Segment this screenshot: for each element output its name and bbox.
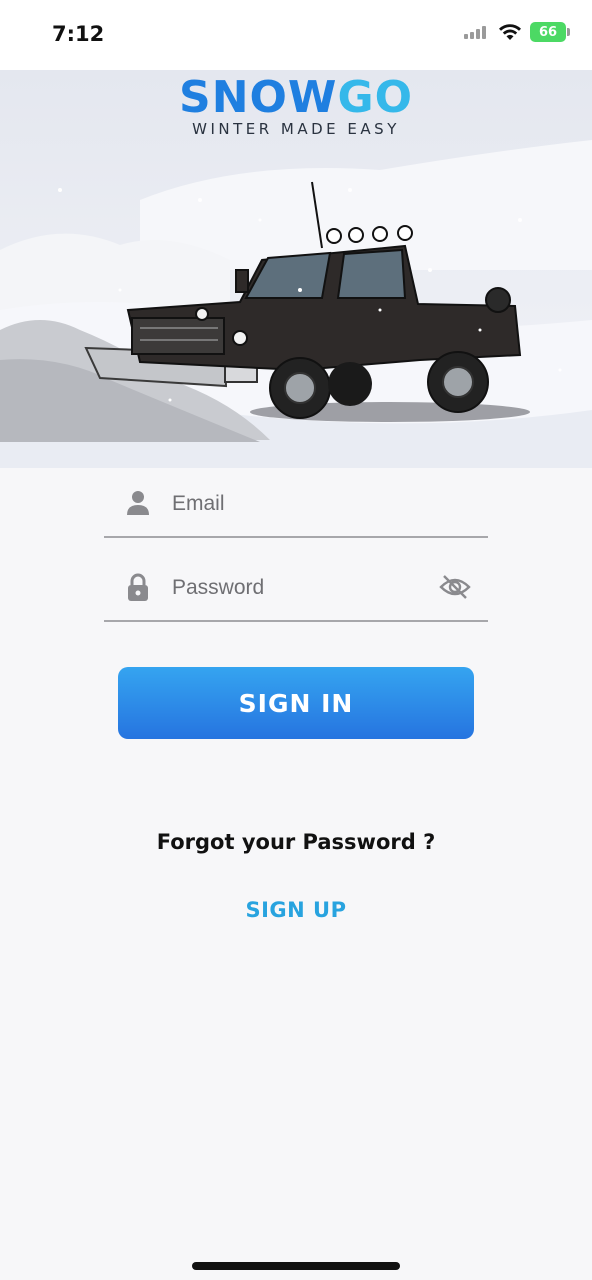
eye-slash-icon[interactable] — [438, 572, 472, 602]
tagline: WINTER MADE EASY — [192, 120, 400, 138]
app-logo-text: SNOWGO — [0, 72, 592, 124]
email-field — [104, 468, 488, 538]
password-field — [104, 552, 488, 622]
sign-up-link[interactable]: SIGN UP — [0, 898, 592, 922]
sign-in-button[interactable]: SIGN IN — [118, 667, 474, 739]
email-input[interactable] — [172, 488, 422, 520]
battery-level: 66 — [538, 24, 558, 40]
brand-logo: SNOWGO WINTER MADE EASY — [0, 70, 592, 138]
hero-banner: SNOWGO WINTER MADE EASY — [0, 70, 592, 468]
forgot-password-link[interactable]: Forgot your Password ? — [0, 830, 592, 854]
status-time: 7:12 — [52, 22, 105, 46]
person-icon — [127, 491, 149, 515]
wifi-icon — [499, 24, 521, 40]
status-bar: 7:12 66 — [0, 0, 592, 70]
cellular-signal-icon — [464, 26, 486, 39]
lock-icon — [128, 573, 148, 601]
battery-icon: 66 — [530, 22, 570, 42]
home-indicator — [192, 1262, 400, 1270]
password-input[interactable] — [172, 572, 422, 604]
logo-part-snow: SNOW — [179, 72, 338, 123]
logo-part-go: GO — [337, 72, 413, 123]
status-icons: 66 — [464, 22, 570, 42]
